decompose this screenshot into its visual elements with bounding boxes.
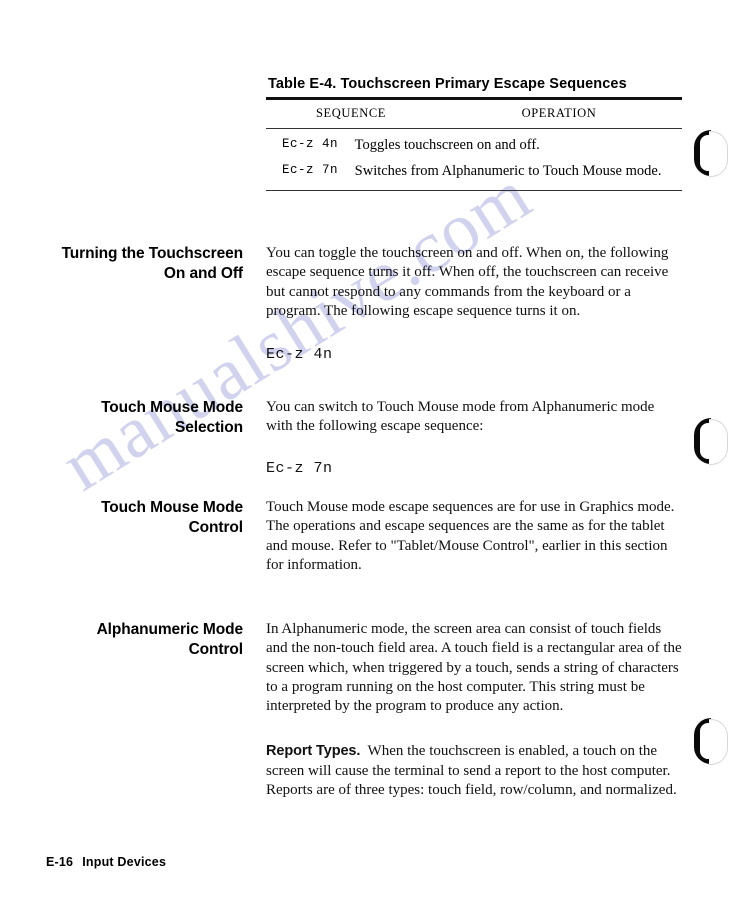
ring-hole [700, 135, 716, 171]
cell-operation: Switches from Alphanumeric to Touch Mous… [354, 163, 662, 180]
ring-highlight [709, 131, 728, 177]
paragraph: In Alphanumeric mode, the screen area ca… [266, 621, 682, 715]
binder-ring-artifact-1 [694, 130, 728, 177]
escape-sequence-table-body: Ec-z 4n Toggles touchscreen on and off. … [266, 129, 682, 190]
section-turning-touchscreen-on-and-off: Turning the Touchscreen On and Off You c… [60, 244, 682, 364]
section-touch-mouse-mode-selection: Touch Mouse Mode Selection You can switc… [60, 398, 682, 478]
table-bottom-rule [266, 189, 682, 191]
column-header-sequence: SEQUENCE [315, 105, 387, 120]
section-body: Touch Mouse mode escape sequences are fo… [266, 498, 682, 575]
column-header-operation: OPERATION [521, 105, 597, 120]
escape-sequence-code: Ec-z 7n [266, 459, 333, 477]
table-caption: Table E-4. Touchscreen Primary Escape Se… [268, 76, 627, 92]
ring-highlight [709, 719, 728, 765]
section-touch-mouse-mode-control: Touch Mouse Mode Control Touch Mouse mod… [60, 498, 682, 575]
section-body: You can toggle the touchscreen on and of… [266, 244, 682, 364]
section-alphanumeric-mode-control: Alphanumeric Mode Control In Alphanumeri… [60, 620, 682, 800]
escape-sequence-table: SEQUENCE OPERATION [266, 100, 682, 128]
ring-hole [700, 723, 716, 759]
section-body: You can switch to Touch Mouse mode from … [266, 398, 682, 478]
section-body: In Alphanumeric mode, the screen area ca… [266, 620, 682, 800]
escape-sequence-code: Ec-z 4n [266, 346, 333, 364]
table-e-4: Table E-4. Touchscreen Primary Escape Se… [266, 76, 682, 191]
cell-sequence: Ec-z 4n [282, 136, 339, 151]
section-heading: Touch Mouse Mode Control [101, 499, 243, 537]
paragraph: You can toggle the touchscreen on and of… [266, 245, 669, 319]
page-footer: E-16 Input Devices [46, 855, 166, 869]
footer-page-number: E-16 [46, 855, 74, 869]
binder-ring-artifact-3 [694, 718, 728, 765]
cell-operation: Toggles touchscreen on and off. [354, 136, 540, 153]
ring-shadow [694, 418, 711, 464]
table-row: Ec-z 4n Toggles touchscreen on and off. [266, 129, 682, 156]
paragraph: Touch Mouse mode escape sequences are fo… [266, 499, 675, 573]
subsection-lead-in: Report Types. [266, 743, 361, 760]
binder-ring-artifact-2 [694, 418, 728, 465]
section-heading: Touch Mouse Mode Selection [101, 399, 243, 437]
ring-hole [700, 423, 716, 459]
ring-highlight [709, 419, 728, 465]
ring-shadow [694, 718, 711, 764]
scanned-manual-page: manualshive.com Table E-4. Touchscreen P… [0, 0, 756, 918]
section-heading: Turning the Touchscreen On and Off [61, 245, 244, 283]
section-heading: Alphanumeric Mode Control [96, 621, 244, 659]
footer-section-title: Input Devices [82, 855, 167, 869]
subsection-report-types: Report Types. When the touchscreen is en… [266, 742, 682, 800]
table-header-row: SEQUENCE OPERATION [266, 100, 682, 128]
paragraph: You can switch to Touch Mouse mode from … [266, 399, 655, 435]
ring-shadow [694, 130, 711, 176]
table-row: Ec-z 7n Switches from Alphanumeric to To… [266, 155, 682, 190]
cell-sequence: Ec-z 7n [282, 163, 339, 178]
